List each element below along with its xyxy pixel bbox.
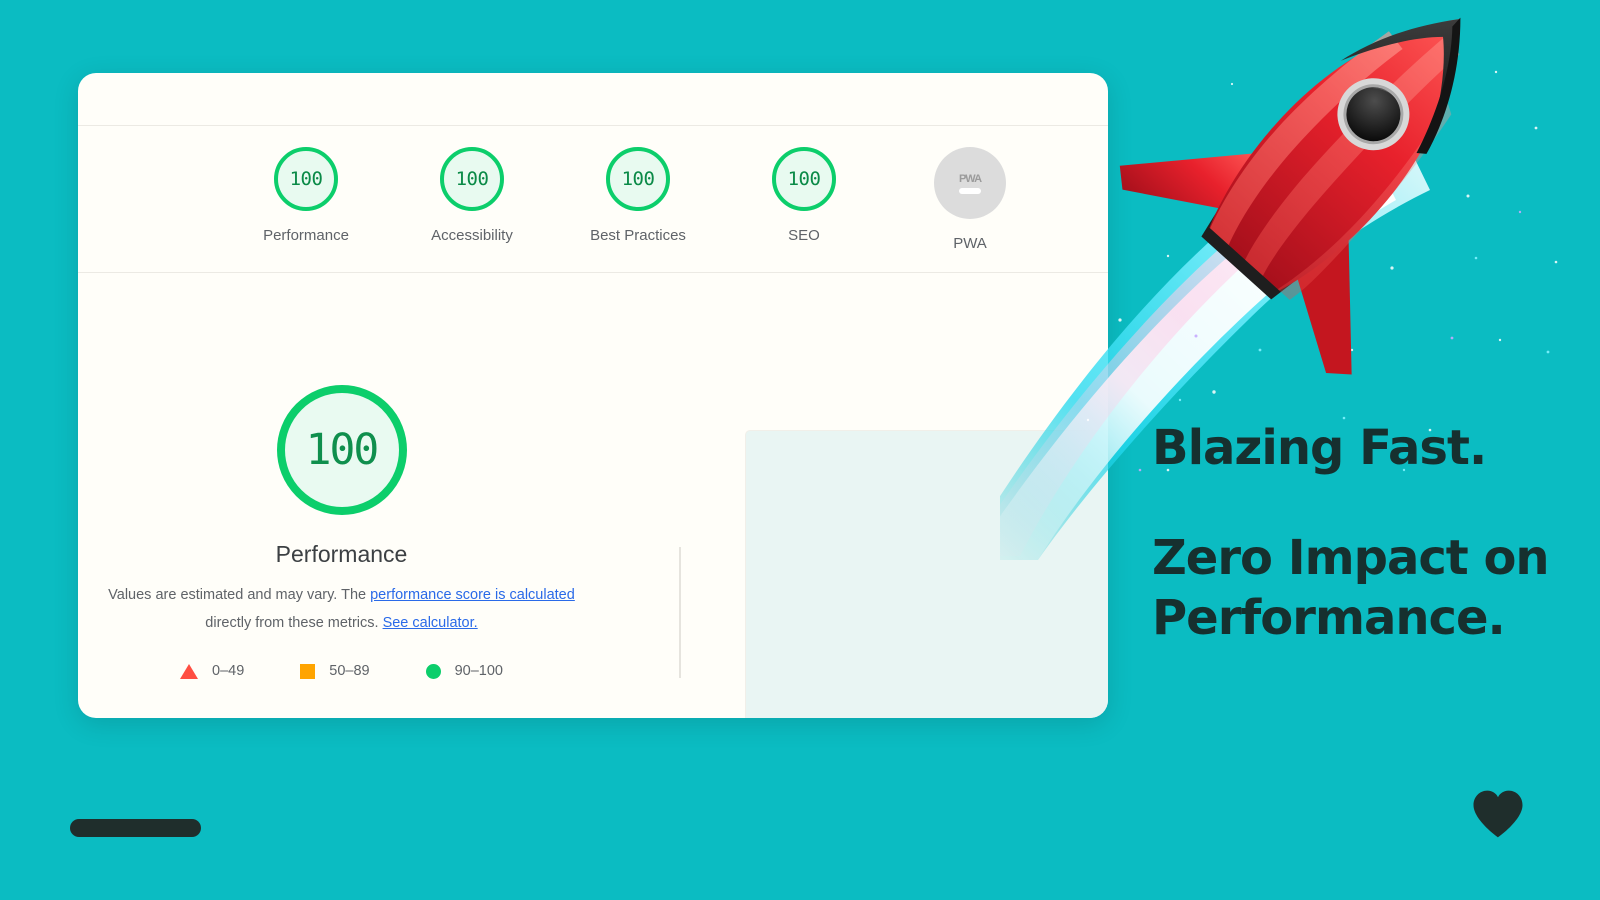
- metrics-disclaimer: Values are estimated and may vary. The p…: [107, 582, 577, 637]
- score-item-seo[interactable]: 100 SEO: [721, 126, 887, 244]
- score-gauge-best-practices: 100: [606, 147, 670, 211]
- pwa-null-dash-icon: [959, 187, 981, 194]
- score-item-accessibility[interactable]: 100 Accessibility: [389, 126, 555, 244]
- score-summary-strip: 100 Performance 100 Accessibility 100 Be…: [78, 126, 1108, 273]
- legend-label-poor: 0–49: [212, 663, 245, 680]
- score-gauge-pwa: PWA: [934, 147, 1006, 219]
- poster-canvas: 100 Performance 100 Accessibility 100 Be…: [0, 0, 1600, 900]
- metrics-panel: [745, 430, 1108, 718]
- score-item-best-practices[interactable]: 100 Best Practices: [555, 126, 721, 244]
- square-icon: [300, 663, 316, 679]
- performance-detail-column: 100 Performance Values are estimated and…: [78, 273, 605, 679]
- score-item-performance[interactable]: 100 Performance: [223, 126, 389, 244]
- column-divider: [679, 547, 681, 678]
- legend-item-good: 90–100: [425, 663, 503, 680]
- performance-gauge-title: Performance: [275, 541, 408, 567]
- headline-line-2: Zero Impact on Performance.: [1152, 530, 1550, 646]
- disclaimer-mid-text: directly from these metrics.: [205, 614, 383, 631]
- see-calculator-link[interactable]: See calculator.: [383, 615, 478, 631]
- legend-label-average: 50–89: [329, 663, 370, 680]
- performance-gauge-large: 100: [276, 385, 407, 515]
- disclaimer-lead-text: Values are estimated and may vary. The: [108, 587, 371, 603]
- marketing-headline: Blazing Fast. Zero Impact on Performance…: [1152, 418, 1572, 648]
- legend-item-average: 50–89: [300, 663, 370, 680]
- legend-label-good: 90–100: [454, 663, 503, 680]
- score-gauge-accessibility: 100: [440, 147, 504, 211]
- performance-score-calculated-link[interactable]: performance score is calculated: [370, 587, 575, 603]
- report-card-header: [78, 73, 1108, 126]
- score-label-seo: SEO: [788, 227, 820, 244]
- score-label-best-practices: Best Practices: [590, 227, 686, 244]
- score-gauge-seo: 100: [772, 147, 836, 211]
- circle-icon: [425, 663, 441, 679]
- decorative-pill-bar: [70, 819, 201, 837]
- heart-icon: [1470, 788, 1526, 840]
- legend-item-poor: 0–49: [180, 663, 244, 679]
- lighthouse-report-card: 100 Performance 100 Accessibility 100 Be…: [78, 73, 1108, 718]
- score-legend: 0–49 50–89 90–100: [180, 663, 503, 679]
- pwa-badge-text: PWA: [958, 172, 982, 185]
- score-label-accessibility: Accessibility: [431, 227, 513, 244]
- score-item-pwa[interactable]: PWA PWA: [887, 126, 1053, 252]
- score-label-performance: Performance: [263, 227, 349, 244]
- score-label-pwa: PWA: [953, 235, 987, 252]
- score-gauge-performance: 100: [274, 147, 338, 211]
- triangle-icon: [180, 663, 198, 679]
- headline-line-1: Blazing Fast.: [1152, 420, 1487, 476]
